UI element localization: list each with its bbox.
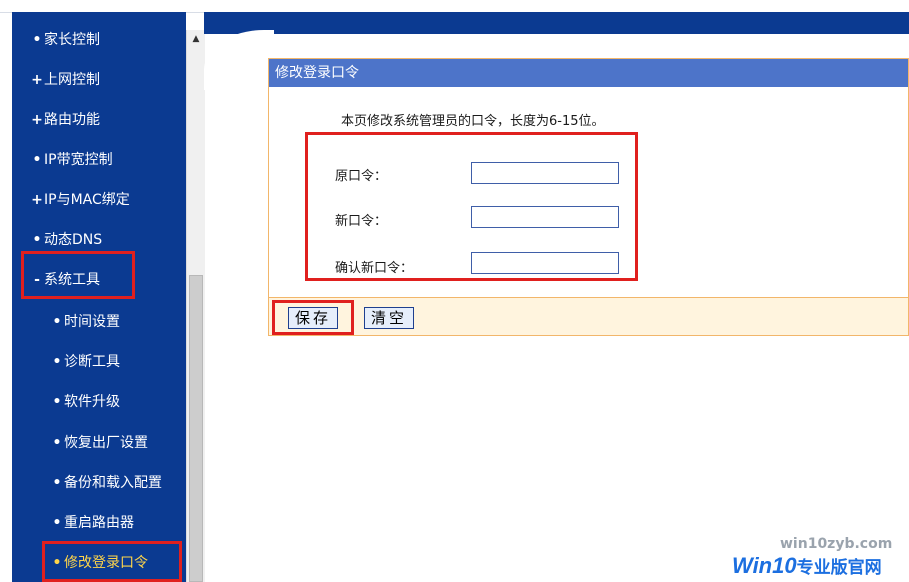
bullet-icon: • bbox=[52, 515, 62, 531]
confirm-password-input[interactable] bbox=[471, 252, 619, 274]
sidebar-item-backup-restore[interactable]: • 备份和载入配置 bbox=[12, 469, 186, 497]
bullet-icon: • bbox=[52, 314, 62, 330]
bullet-icon: • bbox=[32, 152, 42, 168]
watermark-brand: Win10专业版官网 bbox=[732, 553, 882, 579]
change-password-panel: 修改登录口令 本页修改系统管理员的口令，长度为6-15位。 原口令： 新口令： … bbox=[268, 58, 909, 336]
sidebar-item-time-settings[interactable]: • 时间设置 bbox=[12, 308, 186, 336]
sidebar-item-diagnostics[interactable]: • 诊断工具 bbox=[12, 348, 186, 376]
sidebar-item-routing[interactable]: +路由功能 bbox=[12, 106, 186, 134]
sidebar-item-label: 诊断工具 bbox=[64, 354, 120, 370]
save-button[interactable]: 保存 bbox=[288, 307, 339, 329]
watermark-url: win10zyb.com bbox=[780, 536, 893, 552]
header-bar bbox=[204, 12, 909, 34]
sidebar-item-ip-mac-binding[interactable]: +IP与MAC绑定 bbox=[12, 186, 186, 214]
watermark-brand-name: Win10 bbox=[732, 553, 797, 578]
sidebar-item-factory-reset[interactable]: • 恢复出厂设置 bbox=[12, 429, 186, 457]
sidebar-scrollbar[interactable]: ▲ bbox=[186, 30, 205, 582]
sidebar-item-access-control[interactable]: +上网控制 bbox=[12, 66, 186, 94]
sidebar-item-label: 系统工具 bbox=[44, 272, 100, 288]
collapse-icon: - bbox=[34, 272, 40, 288]
bullet-icon: • bbox=[52, 394, 62, 410]
confirm-password-label: 确认新口令： bbox=[335, 261, 414, 276]
new-password-label: 新口令： bbox=[335, 214, 388, 229]
bullet-icon: • bbox=[52, 435, 62, 451]
expand-icon: + bbox=[31, 112, 43, 128]
scroll-thumb[interactable] bbox=[189, 275, 203, 582]
bullet-icon: • bbox=[52, 555, 62, 571]
sidebar-item-label: 时间设置 bbox=[64, 314, 120, 330]
clear-button[interactable]: 清空 bbox=[364, 307, 415, 329]
sidebar-item-parental-control[interactable]: • 家长控制 bbox=[12, 26, 186, 54]
old-password-input[interactable] bbox=[471, 162, 619, 184]
sidebar-item-label: 软件升级 bbox=[64, 394, 120, 410]
panel-description: 本页修改系统管理员的口令，长度为6-15位。 bbox=[341, 114, 605, 129]
sidebar-item-system-tools[interactable]: - 系统工具 bbox=[12, 266, 186, 294]
scroll-up-icon[interactable]: ▲ bbox=[187, 30, 205, 48]
sidebar-item-label: 修改登录口令 bbox=[64, 555, 148, 571]
expand-icon: + bbox=[31, 192, 43, 208]
panel-title: 修改登录口令 bbox=[269, 59, 908, 87]
sidebar-nav: • 家长控制 +上网控制 +路由功能 • IP带宽控制 +IP与MAC绑定 • 动态D… bbox=[12, 12, 186, 582]
sidebar-item-label: IP带宽控制 bbox=[44, 152, 113, 168]
header-curve bbox=[204, 30, 274, 90]
old-password-label: 原口令： bbox=[335, 169, 388, 184]
sidebar-item-label: 备份和载入配置 bbox=[64, 475, 162, 491]
sidebar-item-label: 路由功能 bbox=[44, 112, 100, 128]
sidebar-item-reboot[interactable]: • 重启路由器 bbox=[12, 509, 186, 537]
bullet-icon: • bbox=[32, 32, 42, 48]
sidebar-item-change-password[interactable]: • 修改登录口令 bbox=[12, 549, 186, 577]
sidebar-item-label: 家长控制 bbox=[44, 32, 100, 48]
sidebar-item-ddns[interactable]: • 动态DNS bbox=[12, 226, 186, 254]
watermark-brand-cn: 专业版官网 bbox=[796, 558, 882, 577]
sidebar-item-label: IP与MAC绑定 bbox=[44, 192, 130, 208]
sidebar-item-label: 动态DNS bbox=[44, 232, 103, 248]
new-password-input[interactable] bbox=[471, 206, 619, 228]
sidebar-item-label: 上网控制 bbox=[44, 72, 100, 88]
bullet-icon: • bbox=[52, 475, 62, 491]
sidebar-item-ip-bandwidth[interactable]: • IP带宽控制 bbox=[12, 146, 186, 174]
panel-footer: 保存 清空 bbox=[269, 297, 908, 335]
expand-icon: + bbox=[31, 72, 43, 88]
sidebar-item-label: 重启路由器 bbox=[64, 515, 134, 531]
bullet-icon: • bbox=[32, 232, 42, 248]
sidebar-item-firmware-upgrade[interactable]: • 软件升级 bbox=[12, 388, 186, 416]
sidebar-item-label: 恢复出厂设置 bbox=[64, 435, 148, 451]
bullet-icon: • bbox=[52, 354, 62, 370]
